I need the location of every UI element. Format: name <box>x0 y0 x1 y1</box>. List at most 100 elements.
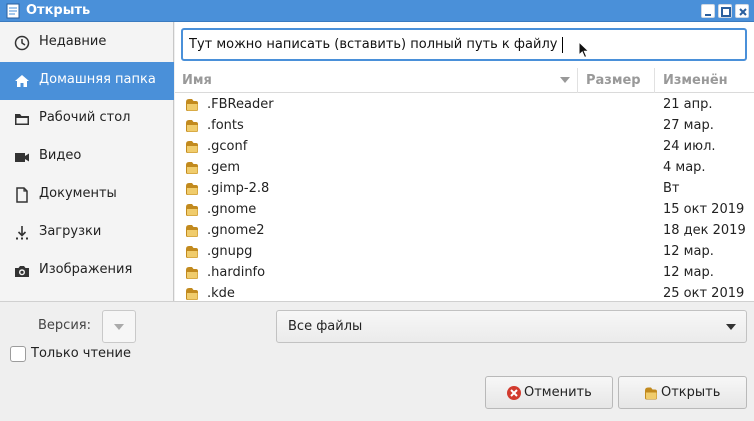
location-input[interactable] <box>181 28 747 61</box>
column-header-name[interactable]: Имя <box>175 68 578 93</box>
file-open-dialog: Открыть Недавние Домашняя папка Рабочий … <box>0 0 754 421</box>
folder-icon <box>186 141 198 153</box>
document-icon <box>16 187 28 203</box>
file-modified: 27 мар. <box>663 118 714 133</box>
file-modified: 21 апр. <box>663 97 713 112</box>
file-name: .gnome <box>207 202 257 217</box>
column-header-modified[interactable]: Изменён <box>656 68 754 93</box>
folder-icon <box>186 225 198 237</box>
file-name: .hardinfo <box>207 265 266 280</box>
sidebar-item-label: Домашняя папка <box>39 72 156 87</box>
file-type-filter[interactable]: Все файлы <box>276 310 747 343</box>
file-row[interactable]: .gem 4 мар. <box>175 157 754 178</box>
title-bar: Открыть <box>0 0 754 22</box>
folder-icon <box>186 204 198 216</box>
download-icon <box>16 226 28 240</box>
version-dropdown[interactable] <box>102 310 136 343</box>
file-name: .gnome2 <box>207 223 265 238</box>
file-name: .gnupg <box>207 244 253 259</box>
sidebar-item-videos[interactable]: Видео <box>0 138 174 176</box>
clock-icon <box>14 35 30 51</box>
file-modified: 4 мар. <box>663 160 706 175</box>
file-name: .gconf <box>207 139 248 154</box>
file-row[interactable]: .gnome2 18 дек 2019 <box>175 220 754 241</box>
cancel-button[interactable]: Отменить <box>485 376 613 409</box>
column-label: Изменён <box>663 73 728 88</box>
sidebar-item-pictures[interactable]: Изображения <box>0 252 174 290</box>
file-modified: 12 мар. <box>663 265 714 280</box>
file-modified: 25 окт 2019 <box>663 286 745 301</box>
sidebar-item-recent[interactable]: Недавние <box>0 24 174 62</box>
folder-icon <box>186 267 198 279</box>
file-name: .gem <box>207 160 241 175</box>
sidebar-item-label: Видео <box>39 148 82 163</box>
folder-icon <box>186 99 198 111</box>
sidebar-item-label: Изображения <box>39 262 133 277</box>
file-row[interactable]: .gnupg 12 мар. <box>175 241 754 262</box>
sidebar-item-desktop[interactable]: Рабочий стол <box>0 100 174 138</box>
sidebar-item-label: Документы <box>39 186 117 201</box>
column-headers: Имя Размер Изменён <box>175 68 754 93</box>
home-icon <box>15 75 29 87</box>
sidebar-item-label: Загрузки <box>39 224 102 239</box>
file-browser: Имя Размер Изменён .FBReader 21 апр. <box>175 22 754 301</box>
file-row[interactable]: .gimp-2.8 Вт <box>175 178 754 199</box>
close-button[interactable] <box>735 4 749 18</box>
maximize-icon <box>721 7 731 17</box>
folder-icon <box>15 114 29 125</box>
minimize-button[interactable] <box>701 4 715 18</box>
chevron-down-icon <box>114 324 124 330</box>
readonly-label: Только чтение <box>31 346 132 361</box>
file-modified: 15 окт 2019 <box>663 202 745 217</box>
version-label: Версия: <box>38 318 91 333</box>
close-icon <box>739 8 747 16</box>
dialog-footer: Версия: Все файлы Только чтение Отменить <box>0 301 754 421</box>
file-row[interactable]: .FBReader 21 апр. <box>175 94 754 115</box>
file-row[interactable]: .kde 25 окт 2019 <box>175 283 754 301</box>
file-row[interactable]: .fonts 27 мар. <box>175 115 754 136</box>
window-title: Открыть <box>26 3 91 18</box>
maximize-button[interactable] <box>718 4 732 18</box>
cancel-icon <box>507 386 521 400</box>
app-icon <box>6 3 20 19</box>
file-modified: Вт <box>663 181 680 196</box>
minimize-icon <box>705 14 711 16</box>
file-name: .kde <box>207 286 235 301</box>
file-type-filter-value: Все файлы <box>288 319 363 334</box>
sort-arrow-icon <box>560 77 570 83</box>
folder-icon <box>186 162 198 174</box>
file-list: .FBReader 21 апр. .fonts 27 мар. .gconf … <box>175 94 754 301</box>
column-header-size[interactable]: Размер <box>579 68 655 93</box>
open-button[interactable]: Открыть <box>618 376 747 409</box>
mouse-pointer-icon <box>578 41 590 59</box>
camera-icon <box>15 266 29 277</box>
file-row[interactable]: .gnome 15 окт 2019 <box>175 199 754 220</box>
open-button-label: Открыть <box>661 385 721 400</box>
file-name: .FBReader <box>207 97 274 112</box>
file-row[interactable]: .hardinfo 12 мар. <box>175 262 754 283</box>
places-sidebar: Недавние Домашняя папка Рабочий стол Вид… <box>0 22 174 301</box>
folder-icon <box>186 183 198 195</box>
file-modified: 24 июл. <box>663 139 716 154</box>
sidebar-item-label: Рабочий стол <box>39 110 131 125</box>
readonly-checkbox[interactable] <box>10 346 26 362</box>
open-folder-icon <box>645 387 657 400</box>
folder-icon <box>186 120 198 132</box>
sidebar-item-label: Недавние <box>39 34 107 49</box>
sidebar-item-home[interactable]: Домашняя папка <box>0 62 174 100</box>
file-modified: 12 мар. <box>663 244 714 259</box>
sidebar-item-documents[interactable]: Документы <box>0 176 174 214</box>
file-row[interactable]: .gconf 24 июл. <box>175 136 754 157</box>
file-name: .fonts <box>207 118 244 133</box>
video-icon <box>15 153 29 162</box>
column-label: Размер <box>586 73 641 88</box>
cancel-button-label: Отменить <box>524 385 592 400</box>
text-caret <box>562 37 563 53</box>
file-modified: 18 дек 2019 <box>663 223 746 238</box>
folder-icon <box>186 246 198 258</box>
folder-icon <box>186 288 198 300</box>
column-label: Имя <box>182 73 212 88</box>
file-name: .gimp-2.8 <box>207 181 270 196</box>
chevron-down-icon <box>726 324 736 330</box>
sidebar-item-downloads[interactable]: Загрузки <box>0 214 174 252</box>
